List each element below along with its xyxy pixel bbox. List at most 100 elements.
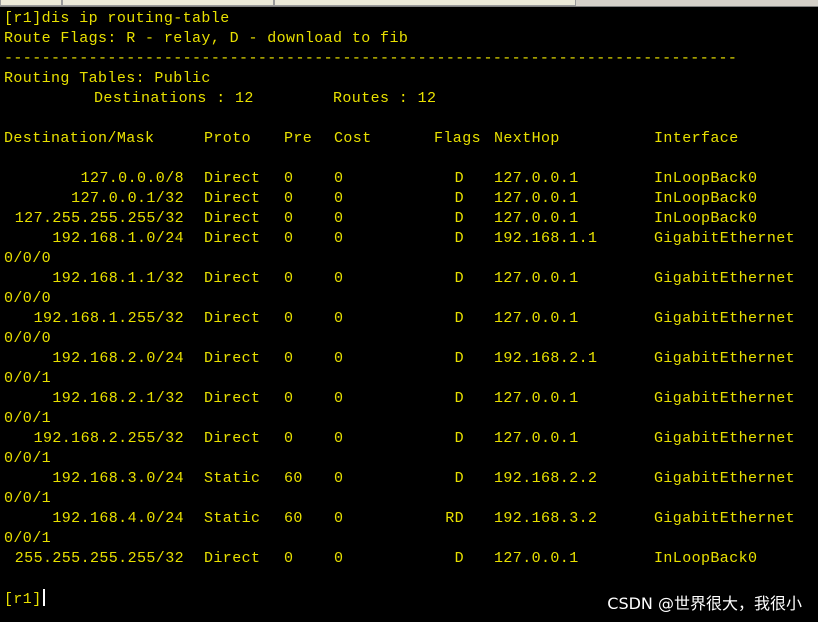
route-proto: Direct [204, 350, 261, 367]
route-destination: 255.255.255.255/32 [14, 550, 184, 567]
interface-continuation: 0/0/0 [4, 290, 52, 307]
route-cost: 0 [334, 190, 344, 207]
routing-tables-title: Routing Tables: Public [4, 70, 211, 87]
route-flags-legend: Route Flags: R - relay, D - download to … [4, 30, 409, 47]
route-cost: 0 [334, 550, 344, 567]
table-row: 255.255.255.255/32 Direct 0 0 D 127.0.0.1 InLo… [0, 549, 818, 569]
window-tab[interactable] [274, 0, 576, 6]
route-cost: 0 [334, 230, 344, 247]
route-interface: GigabitEthernet [654, 470, 796, 487]
route-proto: Direct [204, 170, 261, 187]
table-row: 192.168.2.255/32 Direct 0 0 D 127.0.0.1 Gigabi… [0, 429, 818, 449]
route-destination: 192.168.2.0/24 [52, 350, 184, 367]
route-destination: 192.168.2.255/32 [33, 430, 184, 447]
route-nexthop: 127.0.0.1 [494, 430, 579, 447]
route-flags: D [454, 270, 464, 287]
route-preference: 0 [284, 310, 294, 327]
route-nexthop: 127.0.0.1 [494, 390, 579, 407]
route-interface: InLoopBack0 [654, 190, 758, 207]
window-tab[interactable] [62, 0, 274, 6]
column-header-nexthop: NextHop [494, 130, 560, 147]
interface-continuation: 0/0/1 [4, 370, 52, 387]
route-proto: Direct [204, 190, 261, 207]
route-nexthop: 127.0.0.1 [494, 270, 579, 287]
route-destination: 192.168.1.255/32 [33, 310, 184, 327]
table-row: 192.168.2.0/24 Direct 0 0 D 192.168.2.1 Gigabi… [0, 349, 818, 369]
route-destination: 127.0.0.0/8 [80, 170, 184, 187]
route-nexthop: 127.0.0.1 [494, 210, 579, 227]
route-preference: 0 [284, 350, 294, 367]
route-nexthop: 127.0.0.1 [494, 170, 579, 187]
summary-line: Destinations : 12 Routes : 12 [0, 89, 818, 109]
route-nexthop: 127.0.0.1 [494, 190, 579, 207]
table-row: 192.168.1.255/32 Direct 0 0 D 127.0.0.1 Gigabi… [0, 309, 818, 329]
route-preference: 0 [284, 190, 294, 207]
route-preference: 0 [284, 390, 294, 407]
route-proto: Direct [204, 270, 261, 287]
route-flags: D [454, 190, 464, 207]
column-header-cost: Cost [334, 130, 372, 147]
route-interface: GigabitEthernet [654, 230, 796, 247]
route-preference: 60 [284, 510, 303, 527]
interface-continuation: 0/0/1 [4, 450, 52, 467]
route-nexthop: 127.0.0.1 [494, 310, 579, 327]
window-tab[interactable] [0, 0, 62, 6]
route-flags: D [454, 170, 464, 187]
route-nexthop: 192.168.2.1 [494, 350, 598, 367]
route-nexthop: 192.168.1.1 [494, 230, 598, 247]
route-interface: GigabitEthernet [654, 310, 796, 327]
route-flags: D [454, 390, 464, 407]
route-proto: Direct [204, 310, 261, 327]
route-nexthop: 192.168.2.2 [494, 470, 598, 487]
route-interface: InLoopBack0 [654, 210, 758, 227]
table-row: 192.168.2.1/32 Direct 0 0 D 127.0.0.1 GigabitE… [0, 389, 818, 409]
table-row: 192.168.3.0/24 Static 60 0 D 192.168.2.2 Gigab… [0, 469, 818, 489]
table-row: 127.0.0.1/32 Direct 0 0 D 127.0.0.1 InLoopBack… [0, 189, 818, 209]
route-interface: InLoopBack0 [654, 550, 758, 567]
route-interface: GigabitEthernet [654, 510, 796, 527]
column-header-interface: Interface [654, 130, 739, 147]
prompt-line[interactable]: [r1] [4, 589, 45, 609]
route-cost: 0 [334, 350, 344, 367]
route-cost: 0 [334, 210, 344, 227]
route-flags: D [454, 310, 464, 327]
table-row: 192.168.4.0/24 Static 60 0 RD 192.168.3.2 Giga… [0, 509, 818, 529]
route-destination: 127.255.255.255/32 [14, 210, 184, 227]
table-row: 192.168.1.1/32 Direct 0 0 D 127.0.0.1 GigabitE… [0, 269, 818, 289]
text-cursor [42, 589, 45, 606]
route-nexthop: 127.0.0.1 [494, 550, 579, 567]
command-line: [r1]dis ip routing-table [4, 10, 230, 27]
route-proto: Direct [204, 390, 261, 407]
route-preference: 0 [284, 270, 294, 287]
route-interface: GigabitEthernet [654, 430, 796, 447]
route-preference: 0 [284, 210, 294, 227]
route-cost: 0 [334, 310, 344, 327]
column-header-pre: Pre [284, 130, 313, 147]
route-preference: 0 [284, 230, 294, 247]
route-preference: 60 [284, 470, 303, 487]
route-cost: 0 [334, 170, 344, 187]
interface-continuation: 0/0/0 [4, 330, 52, 347]
route-cost: 0 [334, 270, 344, 287]
interface-continuation: 0/0/0 [4, 250, 52, 267]
route-interface: GigabitEthernet [654, 390, 796, 407]
route-flags: D [454, 470, 464, 487]
route-flags: RD [445, 510, 464, 527]
routes-count: Routes : 12 [333, 90, 437, 107]
route-destination: 192.168.1.1/32 [52, 270, 184, 287]
table-header: Destination/Mask Proto Pre Cost Flags Ne… [0, 129, 818, 149]
route-flags: D [454, 350, 464, 367]
route-flags: D [454, 550, 464, 567]
route-cost: 0 [334, 470, 344, 487]
csdn-watermark: CSDN @世界很大，我很小 [607, 594, 802, 613]
route-preference: 0 [284, 430, 294, 447]
route-proto: Direct [204, 230, 261, 247]
route-cost: 0 [334, 390, 344, 407]
route-cost: 0 [334, 430, 344, 447]
route-interface: GigabitEthernet [654, 270, 796, 287]
terminal-console[interactable]: [r1]dis ip routing-table Route Flags: R … [0, 7, 818, 622]
route-destination: 192.168.4.0/24 [52, 510, 184, 527]
column-header-destination: Destination/Mask [4, 130, 155, 147]
destinations-count: Destinations : 12 [94, 90, 254, 107]
route-flags: D [454, 230, 464, 247]
